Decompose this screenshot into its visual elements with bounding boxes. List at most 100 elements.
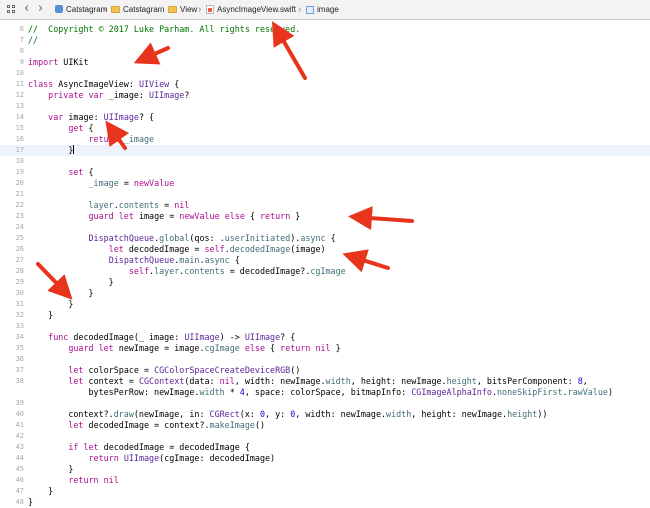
code-line[interactable]: 15 get { xyxy=(0,123,650,134)
code-token: let xyxy=(68,420,84,430)
code-token: context?. xyxy=(28,409,114,419)
breadcrumb-project[interactable]: Catstagram xyxy=(66,0,107,20)
code-line[interactable]: 19 set { xyxy=(0,167,650,178)
code-line[interactable]: 48} xyxy=(0,497,650,508)
code-line[interactable]: 18 xyxy=(0,156,650,167)
related-items-grid-icon[interactable] xyxy=(7,5,16,14)
code-line[interactable]: 35 guard let newImage = image.cgImage el… xyxy=(0,343,650,354)
code-line[interactable]: 9 import UIKit xyxy=(0,57,650,68)
breadcrumb-chevron-icon: › xyxy=(298,4,302,15)
code-line[interactable]: 20 _image = newValue xyxy=(0,178,650,189)
code-line[interactable]: 13 xyxy=(0,101,650,112)
code-token: else xyxy=(224,211,245,221)
code-token: let xyxy=(68,365,84,375)
code-token: draw xyxy=(113,409,134,419)
code-line[interactable]: 26 let decodedImage = self.decodedImage(… xyxy=(0,244,650,255)
code-line[interactable]: 24 xyxy=(0,222,650,233)
code-line[interactable]: 8 xyxy=(0,46,650,57)
code-line[interactable]: 14 var image: UIImage? { xyxy=(0,112,650,123)
code-line[interactable]: 33 xyxy=(0,321,650,332)
code-line[interactable]: 23 guard let image = newValue else { ret… xyxy=(0,211,650,222)
back-chevron-icon[interactable]: ‹ xyxy=(24,0,29,20)
source-editor[interactable]: 6 // Copyright © 2017 Luke Parham. All ri… xyxy=(0,24,650,507)
code-line[interactable]: 22 layer.contents = nil xyxy=(0,200,650,211)
code-token: return nil xyxy=(280,343,331,353)
code-line[interactable]: 27 DispatchQueue.main.async { xyxy=(0,255,650,266)
code-text: if let decodedImage = decodedImage { xyxy=(28,442,250,453)
forward-chevron-icon[interactable]: › xyxy=(38,0,43,20)
code-line[interactable]: bytesPerRow: newImage.width * 4, space: … xyxy=(0,387,650,398)
code-text: } xyxy=(28,464,73,475)
code-token: _image xyxy=(118,134,155,144)
code-line[interactable]: 21 xyxy=(0,189,650,200)
code-token: set xyxy=(68,167,84,177)
code-line[interactable]: 11 class AsyncImageView: UIView { xyxy=(0,79,650,90)
code-token: (data: xyxy=(184,376,220,386)
code-token: { xyxy=(83,167,94,177)
code-line[interactable]: 7 // xyxy=(0,35,650,46)
code-token: ) -> xyxy=(219,332,245,342)
code-token: UIView xyxy=(138,79,170,89)
code-line[interactable]: 25 DispatchQueue.global(qos: .userInitia… xyxy=(0,233,650,244)
code-line[interactable]: 40 context?.draw(newImage, in: CGRect(x:… xyxy=(0,409,650,420)
code-line[interactable]: 32 } xyxy=(0,310,650,321)
code-line[interactable]: 42 xyxy=(0,431,650,442)
line-number: 7 xyxy=(19,36,24,44)
code-text: } xyxy=(28,299,73,310)
code-line[interactable]: 41 let decodedImage = context?.makeImage… xyxy=(0,420,650,431)
code-text: } xyxy=(28,277,114,288)
code-text: return _image xyxy=(28,134,155,145)
code-token: global xyxy=(159,233,190,243)
code-token: = decodedImage?. xyxy=(224,266,311,276)
code-line[interactable]: 47 } xyxy=(0,486,650,497)
line-number: 44 xyxy=(15,454,24,462)
code-token: UIKit xyxy=(58,57,89,67)
code-line[interactable]: 31 } xyxy=(0,299,650,310)
code-token: cgImage xyxy=(310,266,346,276)
code-line[interactable]: 30 } xyxy=(0,288,650,299)
code-line[interactable]: 46 return nil xyxy=(0,475,650,486)
code-line[interactable]: 45 } xyxy=(0,464,650,475)
code-token: (newImage, in: xyxy=(133,409,210,419)
code-token: self xyxy=(204,244,225,254)
code-token: ). xyxy=(290,233,301,243)
line-number: 46 xyxy=(15,476,24,484)
code-line[interactable]: 16 return _image xyxy=(0,134,650,145)
code-text: func decodedImage(_ image: UIImage) -> U… xyxy=(28,332,295,343)
code-token: decodedImage xyxy=(229,244,291,254)
code-token: userInitiated xyxy=(224,233,291,243)
code-line[interactable]: 34 func decodedImage(_ image: UIImage) -… xyxy=(0,332,650,343)
jump-bar: ‹ › Catstagram › Catstagram › View › Asy… xyxy=(0,0,650,20)
code-token: width xyxy=(199,387,225,397)
code-line[interactable]: 29 } xyxy=(0,277,650,288)
code-line[interactable]: 17 } xyxy=(0,145,650,156)
code-token: var xyxy=(48,112,64,122)
code-token: noneSkipFirst xyxy=(496,387,563,397)
code-token: * xyxy=(224,387,240,397)
code-line[interactable]: 37 let colorSpace = CGColorSpaceCreateDe… xyxy=(0,365,650,376)
breadcrumb-file[interactable]: AsyncImageView.swift xyxy=(217,0,296,20)
code-token: , bitsPerComponent: xyxy=(476,376,578,386)
code-line[interactable]: 38 let context = CGContext(data: nil, wi… xyxy=(0,376,650,387)
code-line[interactable]: 36 xyxy=(0,354,650,365)
code-token: _image: xyxy=(103,90,150,100)
line-number: 38 xyxy=(15,377,24,385)
code-line[interactable]: 43 if let decodedImage = decodedImage { xyxy=(0,442,650,453)
line-number: 42 xyxy=(15,432,24,440)
code-token: bytesPerRow: newImage. xyxy=(28,387,200,397)
code-line[interactable]: 12 private var _image: UIImage? xyxy=(0,90,650,101)
code-token: width xyxy=(325,376,351,386)
code-line[interactable]: 39 xyxy=(0,398,650,409)
breadcrumb-group-view[interactable]: View xyxy=(180,0,197,20)
breadcrumb-symbol[interactable]: image xyxy=(317,0,339,20)
code-token: ? { xyxy=(280,332,296,342)
code-line[interactable]: 10 xyxy=(0,68,650,79)
line-number: 16 xyxy=(15,135,24,143)
code-line[interactable]: 6 // Copyright © 2017 Luke Parham. All ri… xyxy=(0,24,650,35)
code-line[interactable]: 44 return UIImage(cgImage: decodedImage) xyxy=(0,453,650,464)
code-line[interactable]: 28 self.layer.contents = decodedImage?.c… xyxy=(0,266,650,277)
